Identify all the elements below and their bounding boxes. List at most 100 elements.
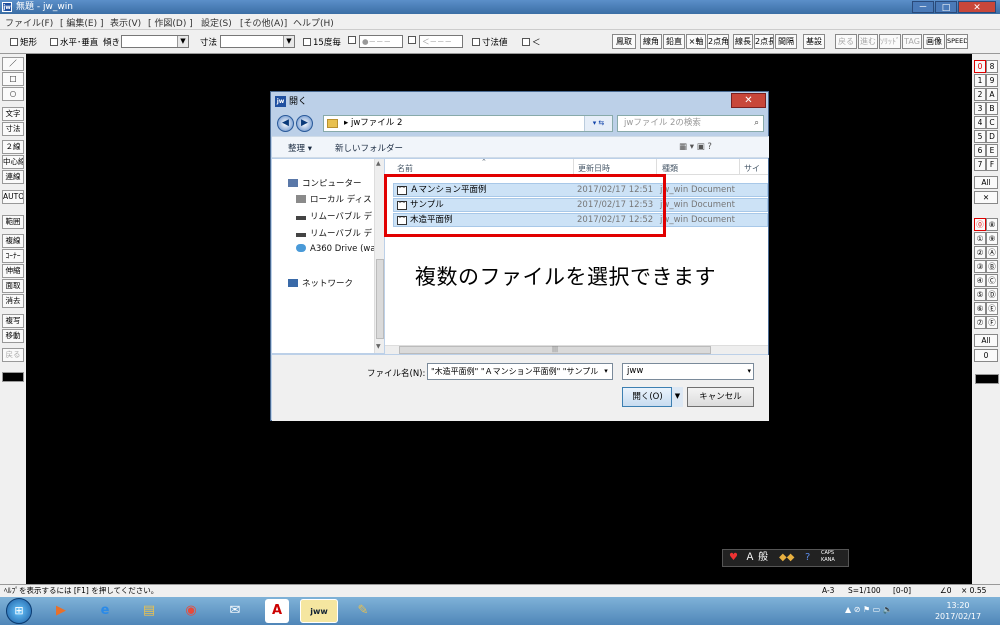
layer-swatch[interactable] bbox=[975, 374, 999, 384]
scroll-up-icon[interactable]: ▲ bbox=[376, 160, 381, 167]
menu-settings[interactable]: 設定(S) bbox=[201, 16, 232, 29]
layer-group-btn[interactable]: 8 bbox=[986, 60, 998, 73]
15deg-checkbox[interactable]: 15度毎 bbox=[303, 36, 341, 48]
status-factor[interactable]: × 0.55 bbox=[961, 585, 986, 597]
auto-tool[interactable]: AUTO bbox=[2, 190, 24, 204]
refresh-icon[interactable]: ▾ ⇆ bbox=[584, 116, 612, 131]
layer-btn[interactable]: ⓪ bbox=[974, 218, 986, 231]
dimension-tool[interactable]: 寸法 bbox=[2, 122, 24, 136]
tb-button-5[interactable]: 2点角 bbox=[707, 34, 729, 49]
layer-group-btn[interactable]: 7 bbox=[974, 158, 986, 171]
menu-edit[interactable]: [ 編集(E) ] bbox=[60, 16, 103, 29]
horizontal-vertical-checkbox[interactable]: 水平･垂直 bbox=[50, 36, 98, 48]
layer-btn[interactable]: ⑨ bbox=[986, 232, 998, 245]
tb-button-1[interactable]: 鳳取 bbox=[612, 34, 636, 49]
arrow-style-combo[interactable]: ＜－－－ bbox=[419, 35, 463, 48]
address-bar[interactable]: ▸ jwファイル 2 ▾ ⇆ bbox=[323, 115, 613, 132]
scroll-thumb[interactable]: ||| bbox=[399, 346, 711, 354]
media-player-icon[interactable]: ▶ bbox=[42, 599, 80, 623]
speed-button[interactable]: SPEED bbox=[946, 34, 968, 49]
nav-item-network[interactable]: ネットワーク bbox=[288, 277, 353, 289]
layer-btn[interactable]: Ⓔ bbox=[986, 302, 998, 315]
tb-button-2[interactable]: 線角 bbox=[640, 34, 662, 49]
offset-tool[interactable]: 複線 bbox=[2, 234, 24, 248]
dialog-close-button[interactable]: ✕ bbox=[731, 93, 766, 108]
layer-group-btn[interactable]: 5 bbox=[974, 130, 986, 143]
line-tool[interactable]: ／ bbox=[2, 57, 24, 71]
search-input[interactable]: jwファイル 2の検索 ⌕ bbox=[617, 115, 764, 132]
corner-tool[interactable]: ｺｰﾅｰ bbox=[2, 249, 24, 263]
organize-button[interactable]: 整理 ▾ bbox=[288, 142, 312, 154]
image-button[interactable]: 画像 bbox=[923, 34, 945, 49]
chrome-icon[interactable]: ◉ bbox=[172, 599, 210, 623]
undo-button[interactable]: 戻る bbox=[835, 34, 857, 49]
layer-btn[interactable]: ⑤ bbox=[974, 288, 986, 301]
all-groups-button[interactable]: All bbox=[974, 176, 998, 189]
nav-item-local-disk[interactable]: ローカル ディス bbox=[296, 193, 372, 205]
status-paper[interactable]: A-3 bbox=[822, 585, 834, 597]
ime-help-icon[interactable]: ? bbox=[805, 550, 810, 566]
all-layers-button[interactable]: All bbox=[974, 334, 998, 347]
menu-other[interactable]: [その他(A)] bbox=[240, 16, 287, 29]
erase-tool[interactable]: 消去 bbox=[2, 294, 24, 308]
status-layer[interactable]: [0-0] bbox=[893, 585, 911, 597]
column-name[interactable]: 名前 bbox=[397, 163, 413, 174]
maximize-button[interactable]: □ bbox=[935, 1, 957, 13]
layer-group-btn[interactable]: 6 bbox=[974, 144, 986, 157]
circle-checkbox[interactable] bbox=[348, 36, 358, 46]
menu-view[interactable]: 表示(V) bbox=[110, 16, 141, 29]
tag-button[interactable]: TAG bbox=[902, 34, 922, 49]
nav-scrollbar[interactable]: ▲ ▼ bbox=[374, 159, 384, 353]
clock[interactable]: 13:20 2017/02/17 bbox=[920, 600, 996, 622]
continuous-line-tool[interactable]: 連線 bbox=[2, 170, 24, 184]
scroll-thumb[interactable] bbox=[376, 259, 384, 339]
copy-tool[interactable]: 複写 bbox=[2, 314, 24, 328]
start-icon[interactable]: ⊞ bbox=[6, 598, 32, 624]
double-line-tool[interactable]: ２線 bbox=[2, 140, 24, 154]
open-dropdown-icon[interactable]: ▼ bbox=[671, 387, 683, 407]
dimension-combo[interactable]: ▼ bbox=[220, 35, 295, 48]
back-tool[interactable]: 戻る bbox=[2, 348, 24, 362]
layer-group-btn[interactable]: D bbox=[986, 130, 998, 143]
layer-group-btn[interactable]: 1 bbox=[974, 74, 986, 87]
column-size[interactable]: サイ bbox=[744, 163, 760, 174]
layer-group-btn[interactable]: E bbox=[986, 144, 998, 157]
column-date[interactable]: 更新日時 bbox=[578, 163, 610, 174]
rect-tool[interactable]: □ bbox=[2, 72, 24, 86]
layer-group-btn[interactable]: F bbox=[986, 158, 998, 171]
minimize-button[interactable]: － bbox=[912, 1, 934, 13]
layer-group-btn[interactable]: 2 bbox=[974, 88, 986, 101]
status-angle[interactable]: ∠0 bbox=[940, 585, 952, 597]
rectangle-checkbox[interactable]: 矩形 bbox=[10, 36, 37, 48]
layer-group-btn[interactable]: 9 bbox=[986, 74, 998, 87]
layer-btn[interactable]: ② bbox=[974, 246, 986, 259]
layer-btn[interactable]: Ⓒ bbox=[986, 274, 998, 287]
status-scale[interactable]: S=1/100 bbox=[848, 585, 881, 597]
layer-btn[interactable]: Ⓐ bbox=[986, 246, 998, 259]
dimension-value-checkbox[interactable]: 寸法値 bbox=[472, 36, 508, 48]
layer-btn[interactable]: ④ bbox=[974, 274, 986, 287]
window-titlebar[interactable]: jw 無題 - jw_win － □ ✕ bbox=[0, 0, 1000, 14]
jw-cad-icon[interactable]: jww bbox=[300, 599, 338, 623]
move-tool[interactable]: 移動 bbox=[2, 329, 24, 343]
layer-btn[interactable]: Ⓕ bbox=[986, 316, 998, 329]
thunderbird-icon[interactable]: ✉ bbox=[216, 599, 254, 623]
folder-icon[interactable]: ▤ bbox=[130, 599, 168, 623]
circle-tool[interactable]: ○ bbox=[2, 87, 24, 101]
tb-button-4[interactable]: ×軸 bbox=[686, 34, 706, 49]
layer-group-btn[interactable]: A bbox=[986, 88, 998, 101]
layer-group-btn[interactable]: 3 bbox=[974, 102, 986, 115]
layer-group-btn[interactable]: 0 bbox=[974, 60, 986, 73]
layer-btn[interactable]: Ⓑ bbox=[986, 260, 998, 273]
acrobat-icon[interactable]: A bbox=[265, 599, 289, 623]
close-icon[interactable]: ✕ bbox=[974, 191, 998, 204]
back-arrow-icon[interactable]: ◀ bbox=[277, 115, 294, 132]
nav-item-removable-2[interactable]: リムーバブル デ bbox=[296, 227, 372, 239]
arrow-checkbox[interactable] bbox=[408, 36, 418, 46]
browser-icon[interactable]: e bbox=[86, 599, 124, 623]
stretch-tool[interactable]: 伸縮 bbox=[2, 264, 24, 278]
lt-checkbox[interactable]: ＜ bbox=[522, 36, 541, 48]
system-tray[interactable]: ▲ ⊘ ⚑ ▭ 🔈 bbox=[845, 605, 905, 619]
menu-help[interactable]: ヘルプ(H) bbox=[293, 16, 334, 29]
layer-btn[interactable]: ① bbox=[974, 232, 986, 245]
